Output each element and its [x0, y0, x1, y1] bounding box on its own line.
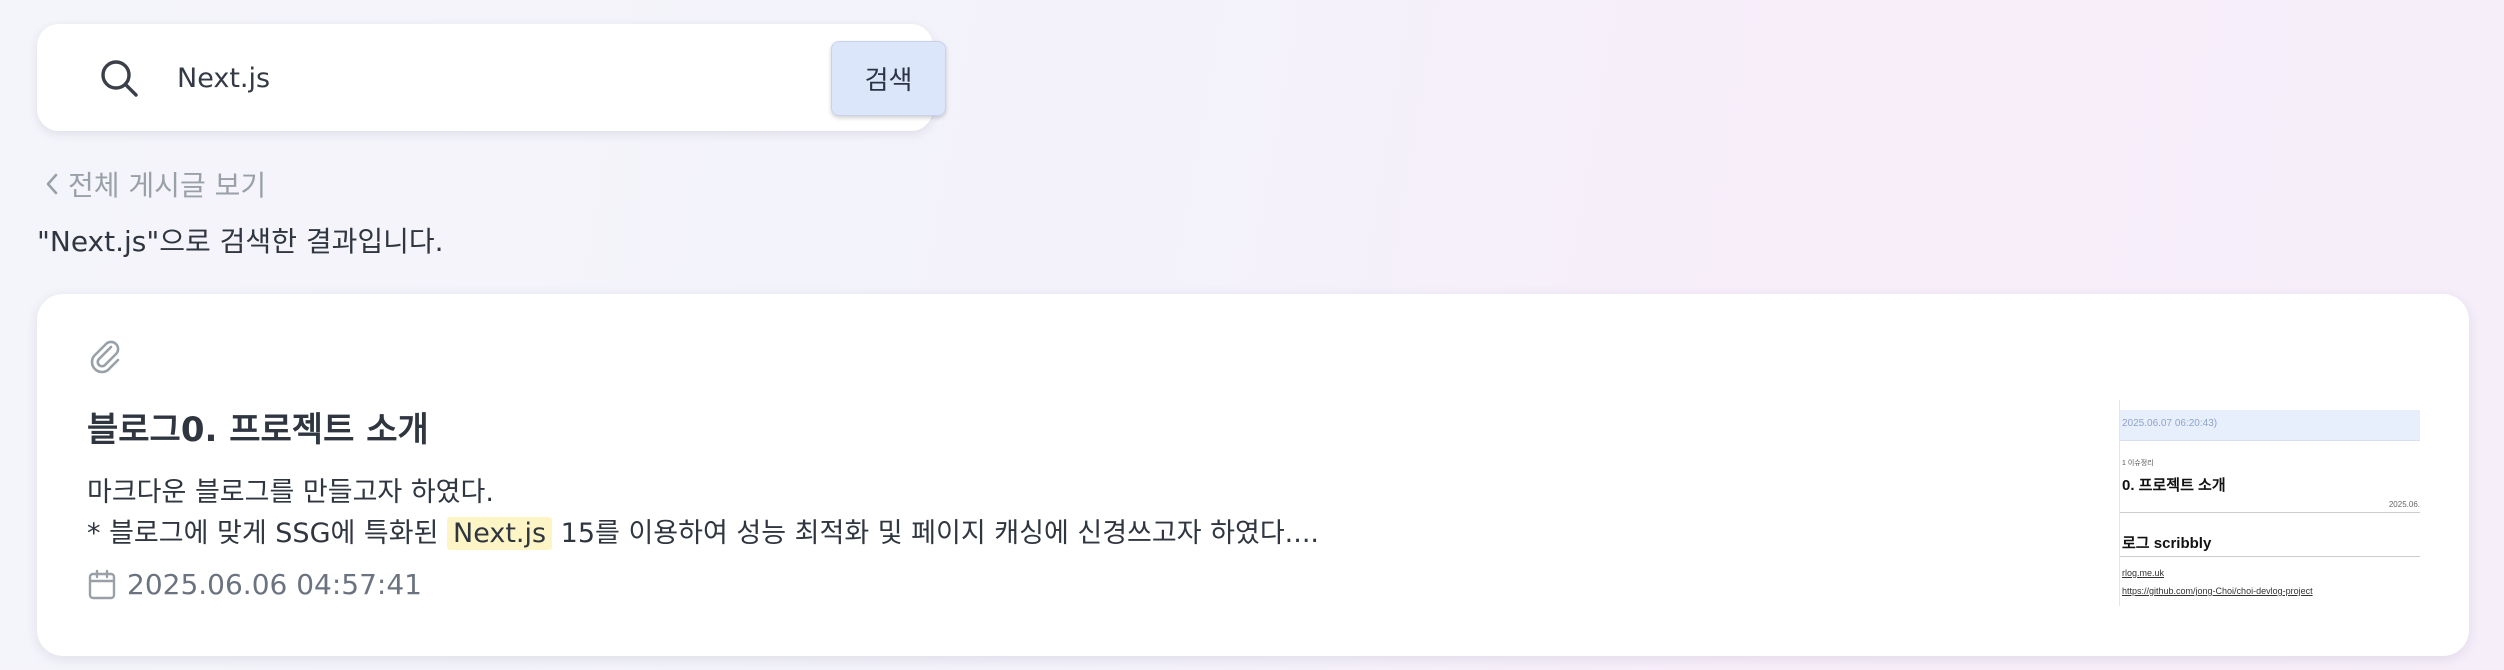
thumbnail-date: 2025.06. — [2388, 500, 2420, 509]
post-excerpt: 마크다운 블로그를 만들고자 하였다. * 블로그에 맞게 SSG에 특화된 N… — [87, 472, 1987, 554]
post-date: 2025.06.06 04:57:41 — [87, 568, 422, 601]
post-thumbnail[interactable]: 2025.06.07 06:20:43) 1 이슈정리 0. 프로젝트 소개 2… — [2119, 400, 2420, 606]
search-bar: 검색 — [37, 24, 946, 131]
search-term-highlight: Next.js — [447, 517, 553, 550]
back-to-all-posts-link[interactable]: 전체 게시글 보기 — [42, 164, 266, 204]
thumbnail-divider — [2120, 556, 2420, 557]
thumbnail-heading: 로그 scribbly — [2122, 535, 2212, 552]
search-result-summary: "Next.js"으로 검색한 결과입니다. — [37, 225, 444, 258]
calendar-icon — [88, 569, 116, 599]
excerpt-text: 15를 이용하여 성능 최적화 및 페이지 캐싱에 신경쓰고자 하였다.... — [552, 518, 1320, 549]
search-icon — [101, 60, 138, 97]
chevron-left-icon — [46, 173, 58, 195]
thumbnail-header-bar: 2025.06.07 06:20:43) — [2120, 410, 2420, 441]
back-link-label: 전체 게시글 보기 — [68, 169, 267, 202]
thumbnail-category: 1 이슈정리 — [2122, 460, 2154, 467]
excerpt-text: * 블로그에 맞게 SSG에 특화된 — [87, 518, 448, 549]
thumbnail-divider — [2120, 512, 2420, 513]
post-card[interactable]: 블로그0. 프로젝트 소개 마크다운 블로그를 만들고자 하였다. * 블로그에… — [37, 294, 2469, 656]
search-button[interactable]: 검색 — [831, 41, 946, 116]
paperclip-icon — [90, 340, 120, 374]
post-date-text: 2025.06.06 04:57:41 — [127, 568, 422, 601]
post-title[interactable]: 블로그0. 프로젝트 소개 — [87, 402, 429, 451]
excerpt-line: * 블로그에 맞게 SSG에 특화된 Next.js 15를 이용하여 성능 최… — [87, 513, 1987, 554]
thumbnail-link: https://github.com/jong-Choi/choi-devlog… — [2122, 586, 2313, 596]
thumbnail-link: rlog.me.uk — [2122, 568, 2165, 578]
thumbnail-bar-text: 2025.06.07 06:20:43) — [2122, 418, 2218, 429]
search-input[interactable] — [177, 54, 797, 102]
thumbnail-title: 0. 프로젝트 소개 — [2122, 477, 2226, 494]
excerpt-line: 마크다운 블로그를 만들고자 하였다. — [87, 477, 494, 508]
